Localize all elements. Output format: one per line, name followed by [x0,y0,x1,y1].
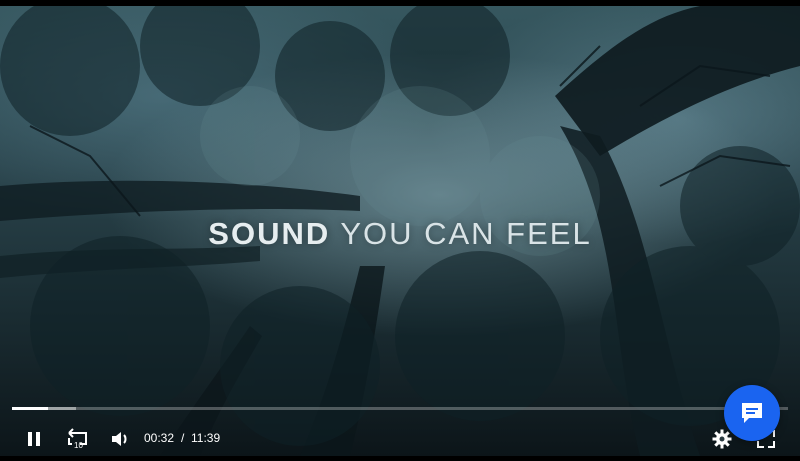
current-time: 00:32 [144,431,175,445]
tagline-light: YOU CAN FEEL [340,216,592,251]
video-frame[interactable]: SOUND YOU CAN FEEL [0,6,800,456]
time-separator: / [181,431,185,445]
chat-button[interactable] [724,385,780,441]
progress-bar[interactable] [12,407,788,410]
volume-button[interactable] [108,425,132,453]
chat-bubble-icon [742,403,762,423]
video-player[interactable]: SOUND YOU CAN FEEL 10 00:32 / 11:39 [0,0,800,461]
rewind-seconds-label: 10 [74,441,83,450]
pause-icon [28,432,40,446]
rewind-10-button[interactable]: 10 [66,425,90,453]
video-tagline: SOUND YOU CAN FEEL [0,216,800,252]
player-controls: 10 00:32 / 11:39 [0,425,800,453]
volume-icon [112,432,127,446]
play-pause-button[interactable] [22,425,46,453]
duration: 11:39 [191,431,221,445]
tagline-strong: SOUND [208,216,331,251]
rewind-10-icon: 10 [68,428,87,450]
progress-played [12,407,48,410]
gear-icon [712,429,732,449]
